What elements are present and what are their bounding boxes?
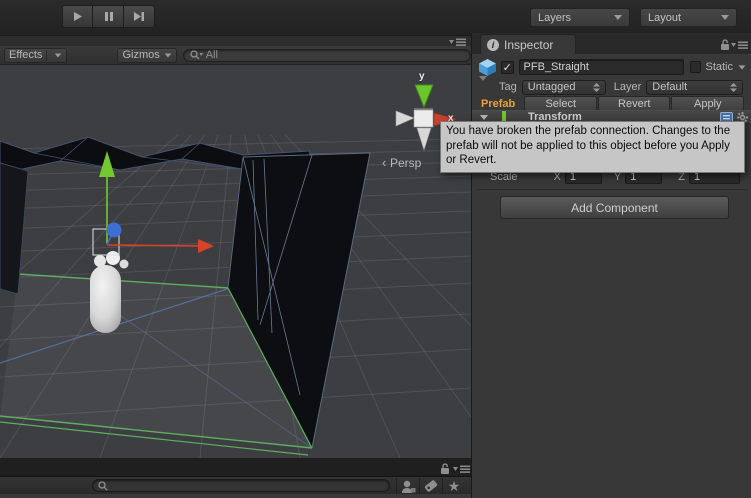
- perspective-arrow-icon: ‹: [382, 155, 390, 170]
- layout-dropdown-label: Layout: [648, 11, 682, 24]
- gizmos-dropdown[interactable]: Gizmos: [117, 47, 177, 63]
- transport-controls: [62, 5, 155, 28]
- divider: [476, 189, 748, 190]
- layers-dropdown-label: Layers: [538, 11, 572, 24]
- prefab-revert-button[interactable]: Revert: [598, 96, 671, 111]
- project-search-toolbar: ★: [0, 476, 471, 495]
- prefab-broken-tooltip: You have broken the prefab connection. C…: [440, 121, 745, 174]
- gameobject-header-row: ✓ PFB_Straight Static: [478, 58, 746, 76]
- tag-dropdown[interactable]: Untagged: [521, 79, 606, 95]
- layout-dropdown[interactable]: Layout: [640, 8, 737, 27]
- layer-label: Layer: [613, 81, 642, 93]
- effects-dropdown[interactable]: Effects: [4, 47, 68, 63]
- prefab-select-button[interactable]: Select: [524, 96, 598, 111]
- chevron-down-icon: [614, 15, 622, 20]
- pause-button[interactable]: [93, 5, 124, 28]
- favorites-star-button[interactable]: ★: [442, 477, 465, 495]
- scene-viewport[interactable]: y x ‹ Persp: [0, 65, 471, 458]
- perspective-mode-label[interactable]: ‹ Persp: [382, 155, 421, 170]
- add-component-button[interactable]: Add Component: [500, 196, 729, 219]
- gameobject-cube-icon: [478, 58, 497, 77]
- static-flags-dropdown-icon[interactable]: [738, 64, 746, 70]
- play-button[interactable]: [62, 5, 93, 28]
- double-arrow-icon: [592, 82, 600, 92]
- bottom-panel-menu-icon[interactable]: [453, 465, 471, 473]
- scene-view-toolbar: Effects Gizmos All: [0, 46, 471, 65]
- chevron-down-icon: [721, 15, 729, 20]
- static-checkbox[interactable]: [689, 61, 702, 73]
- lock-icon[interactable]: [440, 463, 450, 475]
- search-by-label-button[interactable]: [419, 477, 442, 495]
- scene-3d-render: [0, 84, 471, 458]
- chevron-down-icon: [55, 53, 62, 57]
- search-icon: [190, 50, 203, 60]
- layer-dropdown[interactable]: Default: [646, 79, 744, 95]
- bottom-content-strip: [0, 494, 471, 498]
- gizmos-label: Gizmos: [122, 49, 160, 61]
- project-search-input[interactable]: [92, 479, 390, 492]
- scene-tab-strip: [0, 36, 471, 46]
- double-arrow-icon: [730, 82, 738, 92]
- play-icon: [72, 11, 83, 22]
- lock-icon[interactable]: [720, 39, 730, 51]
- bottom-panel: ★: [0, 458, 471, 498]
- active-checkbox[interactable]: ✓: [501, 60, 514, 74]
- gizmo-y-axis-label[interactable]: y: [419, 71, 425, 82]
- foldout-chevron-icon[interactable]: [480, 114, 488, 120]
- step-icon: [133, 11, 145, 22]
- effects-label: Effects: [9, 49, 43, 61]
- unity-editor-window: Layers Layout Effects Gizmos All y x ‹ P…: [0, 0, 751, 498]
- scene-panel-menu-icon[interactable]: [449, 38, 467, 46]
- prefab-apply-button[interactable]: Apply: [671, 96, 745, 111]
- inspector-panel: i Inspector ✓ PFB_Straight Static Tag Un…: [471, 33, 751, 498]
- pause-icon: [103, 11, 114, 22]
- inspector-tab-bar: i Inspector: [472, 33, 751, 54]
- step-button[interactable]: [124, 5, 155, 28]
- info-icon: i: [487, 38, 499, 51]
- scene-search-filter-label: All: [205, 49, 218, 61]
- scene-search-input[interactable]: All: [182, 48, 471, 62]
- tag-layer-row: Tag Untagged Layer Default: [472, 79, 751, 95]
- tab-inspector[interactable]: i Inspector: [480, 34, 576, 54]
- divider: [46, 49, 48, 61]
- static-label: Static: [705, 61, 733, 73]
- main-toolbar: Layers Layout: [0, 0, 751, 36]
- prefab-row: Prefab Select Revert Apply: [472, 96, 751, 111]
- inspector-panel-menu-icon[interactable]: [731, 41, 749, 49]
- gameobject-name-field[interactable]: PFB_Straight: [518, 59, 684, 75]
- search-icon: [98, 480, 108, 491]
- tag-label: Tag: [499, 81, 517, 93]
- search-by-type-button[interactable]: [396, 477, 419, 495]
- chevron-down-icon: [164, 53, 171, 57]
- inspector-tab-label: Inspector: [504, 37, 554, 52]
- layers-dropdown[interactable]: Layers: [530, 8, 630, 27]
- prefab-label: Prefab: [481, 97, 516, 110]
- scene-view-panel: Effects Gizmos All y x ‹ Persp: [0, 36, 471, 458]
